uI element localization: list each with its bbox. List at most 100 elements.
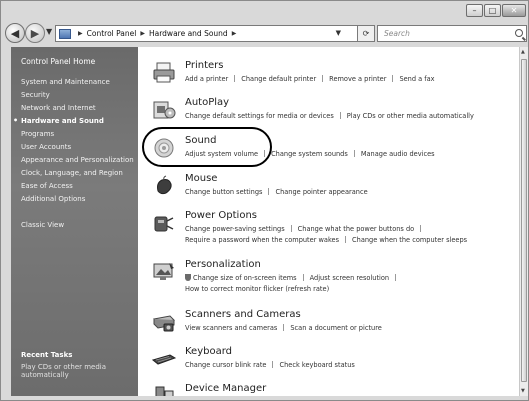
- category-links: Change size of on-screen items Adjust scr…: [185, 273, 402, 295]
- minimize-button[interactable]: –: [466, 4, 483, 17]
- sidebar-item-network-and-internet[interactable]: Network and Internet: [21, 104, 138, 112]
- separator: [392, 75, 394, 82]
- task-link[interactable]: Adjust screen resolution: [310, 274, 389, 282]
- chevron-right-icon[interactable]: ▶: [232, 30, 237, 37]
- search-input[interactable]: Search: [377, 25, 527, 42]
- task-link[interactable]: Require a password when the computer wak…: [185, 236, 339, 244]
- sidebar-list: System and Maintenance Security Network …: [13, 78, 138, 203]
- maximize-button[interactable]: □: [484, 4, 501, 17]
- scroll-thumb[interactable]: [521, 59, 527, 382]
- recent-tasks: Recent Tasks Play CDs or other media aut…: [21, 351, 121, 379]
- recent-pages-dropdown[interactable]: ▼: [46, 27, 52, 36]
- sidebar-item-ease-of-access[interactable]: Ease of Access: [21, 182, 138, 190]
- task-link[interactable]: Change power-saving settings: [185, 225, 285, 233]
- address-row: ◀ ▶ ▼ ▶ Control Panel ▶ Hardware and Sou…: [1, 21, 529, 47]
- scanner-icon: [152, 315, 176, 332]
- task-link[interactable]: Change what the power buttons do: [298, 225, 415, 233]
- sidebar-item-hardware-and-sound[interactable]: Hardware and Sound: [13, 117, 138, 125]
- task-link[interactable]: Manage audio devices: [361, 150, 435, 158]
- breadcrumb-hardware-and-sound[interactable]: Hardware and Sound: [149, 29, 228, 38]
- separator: [395, 274, 397, 281]
- sidebar-item-user-accounts[interactable]: User Accounts: [21, 143, 138, 151]
- search-placeholder: Search: [384, 29, 410, 38]
- task-link[interactable]: Check keyboard status: [279, 361, 354, 369]
- sidebar-item-appearance[interactable]: Appearance and Personalization: [21, 156, 138, 164]
- separator: [339, 112, 341, 119]
- separator: [290, 225, 292, 232]
- sidebar: Control Panel Home System and Maintenanc…: [11, 47, 138, 396]
- power-icon: [154, 216, 174, 232]
- forward-button[interactable]: ▶: [25, 23, 45, 43]
- category-title[interactable]: Printers: [185, 60, 223, 71]
- category-title[interactable]: Device Manager: [185, 383, 266, 394]
- separator: [283, 324, 285, 331]
- autoplay-icon: [153, 101, 176, 119]
- task-link[interactable]: Add a printer: [185, 75, 228, 83]
- category-title[interactable]: Scanners and Cameras: [185, 309, 301, 320]
- separator: [302, 274, 304, 281]
- device-manager-icon: [155, 386, 174, 396]
- sidebar-item-system-and-maintenance[interactable]: System and Maintenance: [21, 78, 138, 86]
- search-icon[interactable]: [515, 29, 523, 37]
- task-link[interactable]: Remove a printer: [329, 75, 386, 83]
- sidebar-item-programs[interactable]: Programs: [21, 130, 138, 138]
- separator: [345, 236, 347, 243]
- separator: [268, 188, 270, 195]
- category-links: Change default settings for media or dev…: [185, 111, 474, 122]
- task-link[interactable]: Change button settings: [185, 188, 262, 196]
- vertical-scrollbar[interactable]: ▲ ▼: [519, 47, 528, 396]
- classic-view-link[interactable]: Classic View: [21, 221, 138, 229]
- back-button[interactable]: ◀: [5, 23, 25, 43]
- separator: [322, 75, 324, 82]
- category-title[interactable]: Mouse: [185, 173, 217, 184]
- task-link[interactable]: Change cursor blink rate: [185, 361, 266, 369]
- task-link[interactable]: Change size of on-screen items: [193, 274, 297, 282]
- task-link[interactable]: Change pointer appearance: [275, 188, 367, 196]
- task-link[interactable]: Change default printer: [241, 75, 316, 83]
- sidebar-item-clock-language-region[interactable]: Clock, Language, and Region: [21, 169, 138, 177]
- refresh-button[interactable]: ⟳: [358, 25, 375, 42]
- category-title[interactable]: Power Options: [185, 210, 257, 221]
- category-links: Change power-saving settings Change what …: [185, 224, 467, 246]
- keyboard-icon: [152, 354, 176, 365]
- scroll-up-icon[interactable]: ▲: [521, 49, 525, 55]
- task-link[interactable]: Change system sounds: [271, 150, 348, 158]
- category-links: Change cursor blink rate Check keyboard s…: [185, 360, 355, 371]
- shield-icon: [185, 274, 191, 281]
- control-panel-icon: [59, 28, 71, 39]
- caption-buttons: – □ ✕: [466, 4, 526, 19]
- address-dropdown-icon[interactable]: ▼: [336, 29, 341, 37]
- address-bar[interactable]: ▶ Control Panel ▶ Hardware and Sound ▶ ▼: [55, 25, 358, 42]
- personalization-icon: [153, 263, 174, 280]
- recent-task-link[interactable]: Play CDs or other media automatically: [21, 363, 121, 379]
- chevron-right-icon[interactable]: ▶: [78, 30, 83, 37]
- sidebar-item-additional-options[interactable]: Additional Options: [21, 195, 138, 203]
- recent-tasks-title: Recent Tasks: [21, 351, 73, 359]
- sidebar-item-security[interactable]: Security: [21, 91, 138, 99]
- category-links: Change button settings Change pointer app…: [185, 187, 368, 198]
- separator: [353, 150, 355, 157]
- control-panel-window: – □ ✕ ◀ ▶ ▼ ▶ Control Panel ▶ Hardware a…: [0, 0, 529, 401]
- category-title[interactable]: Keyboard: [185, 346, 232, 357]
- chevron-right-icon[interactable]: ▶: [140, 30, 145, 37]
- category-links: View scanners and cameras Scan a document…: [185, 323, 382, 334]
- task-link[interactable]: Scan a document or picture: [290, 324, 382, 332]
- task-link[interactable]: How to correct monitor flicker (refresh …: [185, 285, 329, 293]
- category-title[interactable]: Personalization: [185, 259, 261, 270]
- printer-icon: [153, 62, 175, 83]
- category-title[interactable]: AutoPlay: [185, 97, 229, 108]
- sound-highlight-ring: [142, 127, 272, 167]
- sidebar-home-link[interactable]: Control Panel Home: [21, 57, 138, 66]
- category-links: Add a printer Change default printer Remov…: [185, 74, 435, 85]
- task-link[interactable]: Send a fax: [399, 75, 434, 83]
- content-pane: Printers Add a printer Change default pri…: [138, 47, 519, 396]
- separator: [234, 75, 236, 82]
- breadcrumb-control-panel[interactable]: Control Panel: [87, 29, 137, 38]
- close-button[interactable]: ✕: [502, 4, 526, 17]
- task-link[interactable]: View scanners and cameras: [185, 324, 277, 332]
- task-link[interactable]: Change default settings for media or dev…: [185, 112, 334, 120]
- separator: [420, 225, 422, 232]
- task-link[interactable]: Change when the computer sleeps: [352, 236, 467, 244]
- task-link[interactable]: Play CDs or other media automatically: [347, 112, 474, 120]
- scroll-down-icon[interactable]: ▼: [521, 388, 525, 394]
